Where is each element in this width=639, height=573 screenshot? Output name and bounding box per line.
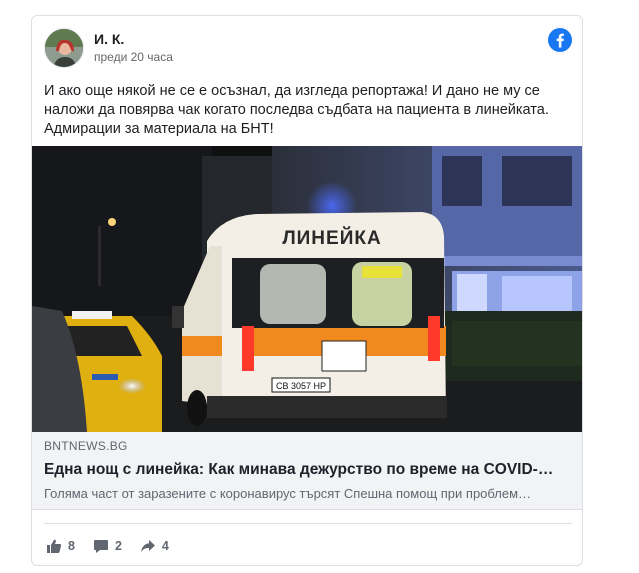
facebook-logo-icon[interactable] bbox=[548, 28, 572, 52]
link-preview-image[interactable]: СВ 3057 НР ЛИНЕЙКА bbox=[32, 146, 582, 432]
link-title[interactable]: Една нощ с линейка: Как минава дежурство… bbox=[44, 459, 570, 481]
link-domain: BNTNEWS.BG bbox=[44, 439, 128, 453]
avatar-image bbox=[45, 29, 83, 67]
license-plate-text: СВ 3057 НР bbox=[276, 381, 326, 391]
link-description: Голяма част от заразените с коронавирус … bbox=[44, 486, 532, 501]
comment-button[interactable]: 2 bbox=[93, 538, 122, 554]
share-arrow-icon bbox=[140, 540, 155, 552]
post-text: И ако още някой не се е осъзнал, да изгл… bbox=[44, 83, 549, 137]
post-actions: 8 2 4 bbox=[46, 536, 187, 556]
speech-bubble-icon bbox=[93, 540, 108, 553]
ambulance-label-text: ЛИНЕЙКА bbox=[282, 227, 381, 249]
link-preview[interactable]: СВ 3057 НР ЛИНЕЙКА BNTNEWS.BG Една нощ с… bbox=[32, 146, 582, 510]
post-header: И. К. преди 20 часа bbox=[44, 28, 572, 70]
thumbs-up-icon bbox=[47, 539, 62, 553]
facebook-post-card: И. К. преди 20 часа И ако още някой не с… bbox=[31, 15, 583, 566]
like-button[interactable]: 8 bbox=[46, 538, 75, 554]
post-timestamp[interactable]: преди 20 часа bbox=[94, 50, 173, 64]
share-button[interactable]: 4 bbox=[140, 538, 169, 554]
share-count: 4 bbox=[161, 539, 169, 553]
like-count: 8 bbox=[68, 539, 75, 553]
comment-count: 2 bbox=[114, 539, 122, 553]
actions-divider bbox=[44, 523, 572, 524]
author-name[interactable]: И. К. bbox=[94, 31, 124, 47]
author-avatar[interactable] bbox=[44, 28, 84, 68]
link-meta[interactable]: BNTNEWS.BG Една нощ с линейка: Как минав… bbox=[32, 432, 582, 510]
